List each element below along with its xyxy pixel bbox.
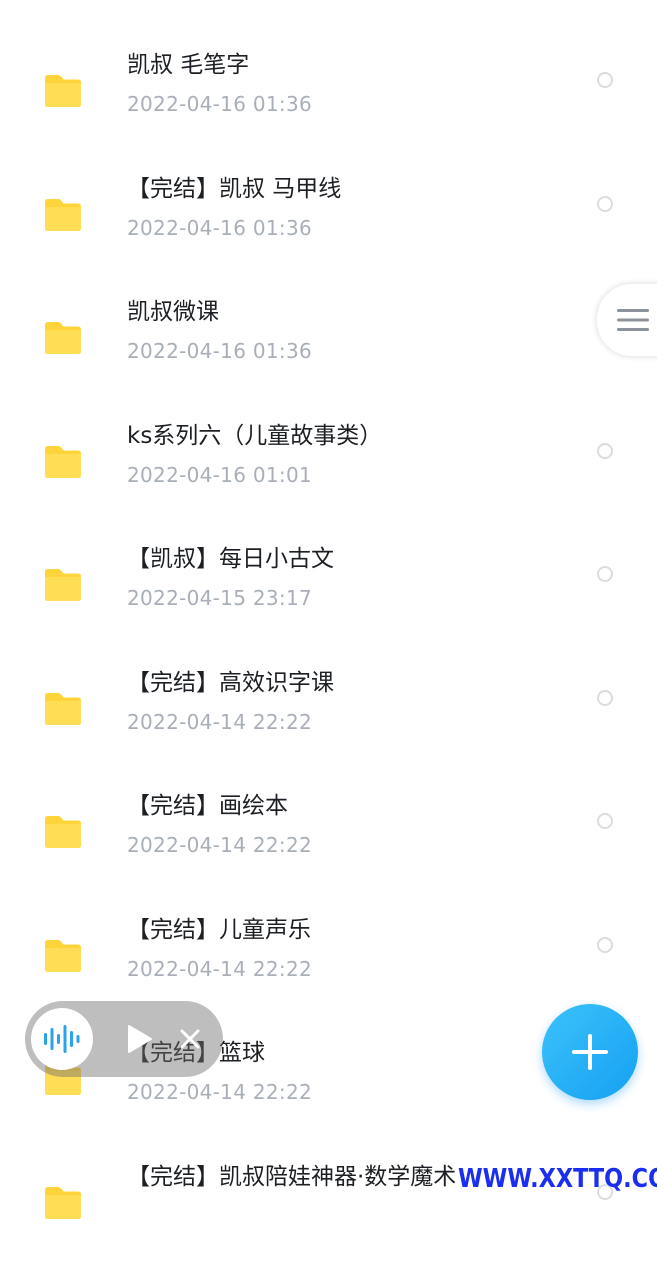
folder-icon [45, 1186, 81, 1219]
file-name: 【完结】画绘本 [127, 793, 288, 819]
side-menu-tab[interactable] [596, 283, 657, 357]
select-circle-icon[interactable] [597, 72, 613, 88]
file-name: 【完结】高效识字课 [127, 669, 334, 696]
file-date: 2022-04-14 22:22 [127, 709, 313, 734]
audio-wave-icon [44, 1025, 80, 1053]
file-name: 【完结】凯叔陪娃神器·数学魔术 [127, 1163, 457, 1190]
file-name: 凯叔微课 [127, 299, 219, 325]
file-row[interactable]: ks系列六（儿童故事类） 2022-04-16 01:01 [0, 421, 657, 544]
file-name: 凯叔 毛笔字 [127, 52, 250, 78]
file-date: 2022-04-14 22:22 [127, 956, 313, 981]
play-icon[interactable] [123, 1023, 155, 1055]
menu-icon [617, 309, 649, 331]
select-circle-icon[interactable] [597, 936, 613, 953]
file-row[interactable]: 【完结】凯叔 马甲线 2022-04-16 01:36 [0, 174, 657, 297]
plus-icon [572, 1034, 608, 1070]
select-circle-icon[interactable] [597, 442, 613, 459]
file-name: ks系列六（儿童故事类） [127, 422, 383, 449]
file-date: 2022-04-15 23:17 [127, 586, 313, 610]
file-date: 2022-04-16 01:36 [127, 92, 313, 116]
file-row[interactable]: 凯叔 毛笔字 2022-04-16 01:36 [0, 50, 657, 173]
folder-icon [45, 445, 81, 478]
floating-audio-player[interactable] [25, 1001, 223, 1077]
file-name: 【完结】儿童声乐 [127, 916, 311, 943]
folder-icon [45, 816, 81, 848]
folder-icon [45, 75, 81, 107]
file-name: 【完结】凯叔 马甲线 [127, 175, 342, 202]
file-row[interactable]: 【完结】高效识字课 2022-04-14 22:22 [0, 668, 657, 791]
watermark: WWW.XXTTQ.COM [458, 1164, 657, 1194]
file-row[interactable]: 凯叔微课 2022-04-16 01:36 [0, 297, 657, 420]
file-name: 【凯叔】每日小古文 [127, 546, 334, 572]
file-date: 2022-04-16 01:36 [127, 339, 313, 363]
folder-icon [45, 569, 81, 601]
file-date: 2022-04-16 01:36 [127, 215, 313, 240]
file-row[interactable]: 【完结】画绘本 2022-04-14 22:22 [0, 791, 657, 914]
select-circle-icon[interactable] [597, 195, 613, 212]
select-circle-icon[interactable] [597, 689, 613, 706]
file-date: 2022-04-16 01:01 [127, 462, 313, 487]
audio-wave-button[interactable] [31, 1008, 93, 1070]
add-button[interactable] [542, 1004, 638, 1100]
file-date: 2022-04-14 22:22 [127, 833, 313, 857]
select-circle-icon[interactable] [597, 566, 613, 582]
folder-icon [45, 692, 81, 725]
select-circle-icon[interactable] [597, 813, 613, 829]
folder-icon [45, 322, 81, 354]
folder-icon [45, 198, 81, 231]
file-row[interactable]: 【凯叔】每日小古文 2022-04-15 23:17 [0, 544, 657, 667]
folder-icon [45, 939, 81, 972]
close-icon[interactable] [177, 1026, 203, 1052]
file-date: 2022-04-14 22:22 [127, 1080, 313, 1104]
